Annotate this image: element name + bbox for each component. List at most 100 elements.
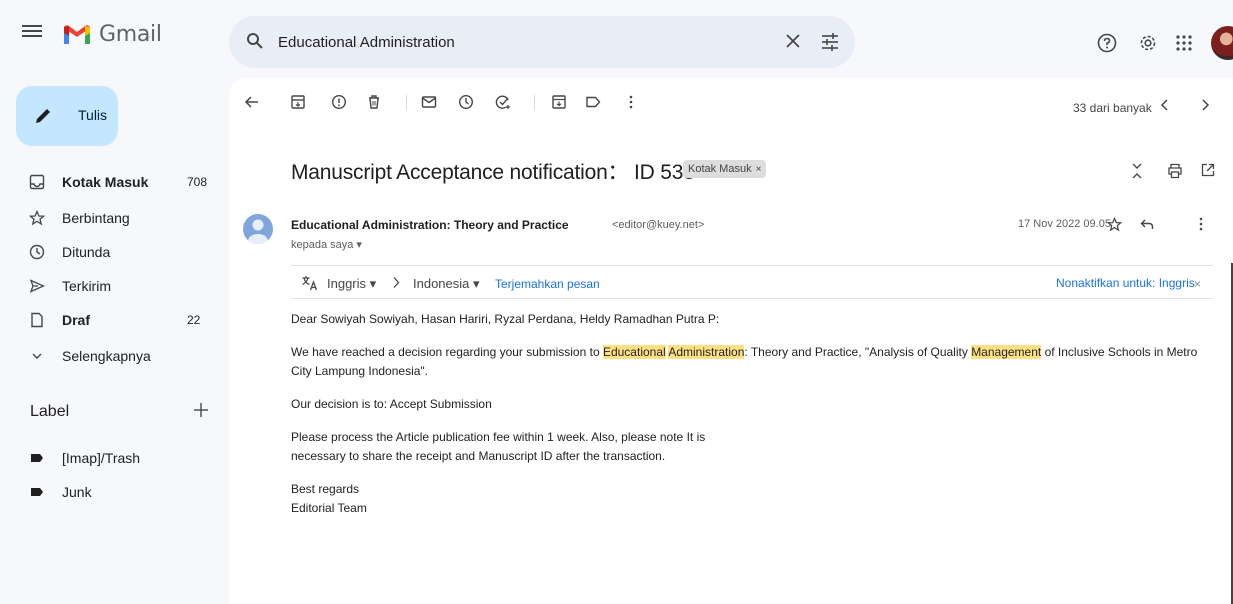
chevron-left-icon[interactable] <box>1159 98 1171 112</box>
sidebar-item-snoozed[interactable]: Ditunda <box>0 235 229 269</box>
search-highlight: Educational <box>602 345 666 359</box>
toolbar-divider <box>406 95 407 111</box>
signature: Best regards Editorial Team <box>291 480 1211 518</box>
message-subject: Manuscript Acceptance notification： ID 5… <box>291 161 695 184</box>
translate-icon <box>302 276 318 291</box>
inbox-icon <box>29 174 45 190</box>
star-message-icon[interactable] <box>1107 217 1122 232</box>
gmail-app: Gmail Educational Administration Tulis K… <box>0 0 1233 604</box>
message-toolbar: 33 dari banyak <box>229 78 1233 126</box>
draft-icon <box>31 312 43 328</box>
gmail-logo-text: Gmail <box>99 22 162 47</box>
body-paragraph: We have reached a decision regarding you… <box>291 343 1211 381</box>
inbox-chip-label: Kotak Masuk <box>688 163 752 175</box>
instruction-paragraph: Please process the Article publication f… <box>291 428 1211 466</box>
send-icon <box>29 279 45 293</box>
sidebar-item-label: Draf <box>62 312 91 328</box>
sidebar-item-label: Kotak Masuk <box>62 174 149 190</box>
greeting: Dear Sowiyah Sowiyah, Hasan Hariri, Ryza… <box>291 312 720 326</box>
search-options-icon[interactable] <box>820 32 840 52</box>
label-icon <box>31 488 43 496</box>
settings-gear-icon[interactable] <box>1138 33 1158 53</box>
sidebar-label-trash[interactable]: [Imap]/Trash <box>0 441 229 475</box>
chevron-down-icon <box>32 353 42 359</box>
source-language-select[interactable]: Inggris ▾ <box>327 276 376 292</box>
disable-translate-link[interactable]: Nonaktifkan untuk: Inggris <box>1056 276 1195 290</box>
collapse-all-icon[interactable] <box>1130 162 1144 180</box>
back-arrow-icon[interactable] <box>244 94 260 110</box>
compose-button[interactable]: Tulis <box>16 86 118 146</box>
sidebar-item-more[interactable]: Selengkapnya <box>0 339 229 373</box>
closing-line: Editorial Team <box>291 501 367 515</box>
translate-message-link[interactable]: Terjemahkan pesan <box>495 277 600 291</box>
snooze-clock-icon[interactable] <box>458 94 474 110</box>
main-menu-button[interactable] <box>22 22 42 42</box>
sidebar-item-label: Berbintang <box>62 210 130 226</box>
star-icon <box>29 210 45 226</box>
remove-label-icon[interactable]: × <box>756 164 762 175</box>
delete-trash-icon[interactable] <box>366 94 382 110</box>
search-input[interactable] <box>278 30 758 54</box>
message-view: 33 dari banyak Manuscript Acceptance not… <box>229 78 1233 604</box>
report-spam-icon[interactable] <box>331 94 347 110</box>
gmail-m-icon <box>64 24 90 44</box>
more-options-icon[interactable] <box>623 94 639 110</box>
closing-line: Best regards <box>291 482 360 496</box>
label-tag-icon[interactable] <box>585 94 601 110</box>
recipient-details[interactable]: kepada saya ▾ <box>291 238 362 251</box>
inbox-label-chip[interactable]: Kotak Masuk × <box>683 160 767 178</box>
apps-grid-icon[interactable] <box>1176 35 1192 51</box>
sidebar-label-junk[interactable]: Junk <box>0 475 229 509</box>
message-date: 17 Nov 2022 09.05 <box>1018 218 1111 230</box>
label-icon <box>31 454 43 462</box>
body-text: Please process the Article publication f… <box>291 430 706 444</box>
sender-email: <editor@kuey.net> <box>612 219 705 231</box>
help-icon[interactable] <box>1097 33 1117 53</box>
sidebar-item-label: Junk <box>62 484 92 500</box>
toolbar-divider <box>534 95 535 111</box>
reply-icon[interactable] <box>1140 218 1154 231</box>
sidebar-item-sent[interactable]: Terkirim <box>0 269 229 303</box>
search-icon[interactable] <box>246 32 264 50</box>
sender-avatar[interactable] <box>243 214 273 244</box>
search-highlight: Administration <box>668 345 745 359</box>
sidebar-item-label: Terkirim <box>62 278 111 294</box>
draft-count: 22 <box>187 313 201 327</box>
move-to-icon[interactable] <box>551 94 567 110</box>
add-label-icon[interactable] <box>194 403 208 417</box>
mark-unread-icon[interactable] <box>421 94 437 110</box>
pencil-icon <box>36 109 50 123</box>
add-task-icon[interactable] <box>495 94 511 110</box>
body-text: We have reached a decision regarding you… <box>291 345 603 359</box>
message-body: Dear Sowiyah Sowiyah, Hasan Hariri, Ryza… <box>291 310 1211 532</box>
body-text: necessary to share the receipt and Manus… <box>291 449 666 463</box>
sidebar-item-label: Ditunda <box>62 244 111 260</box>
unread-count: 708 <box>187 175 208 189</box>
chevron-right-icon[interactable] <box>1199 98 1211 112</box>
target-language-select[interactable]: Indonesia ▾ <box>413 276 480 292</box>
sidebar-item-starred[interactable]: Berbintang <box>0 201 229 235</box>
chevron-right-icon <box>393 277 400 288</box>
clock-icon <box>29 244 45 260</box>
sidebar-item-drafts[interactable]: Draf 22 <box>0 303 229 337</box>
body-text: : Theory and Practice, "Analysis of Qual… <box>744 345 972 359</box>
search-bar[interactable] <box>229 16 855 68</box>
print-icon[interactable] <box>1167 163 1183 179</box>
close-translate-icon[interactable]: × <box>1194 277 1201 291</box>
gmail-logo[interactable]: Gmail <box>62 22 162 47</box>
decision-paragraph: Our decision is to: Accept Submission <box>291 397 492 411</box>
sidebar-item-inbox[interactable]: Kotak Masuk 708 <box>0 165 229 199</box>
search-highlight: Management <box>971 345 1042 359</box>
pagination-text: 33 dari banyak <box>1073 101 1152 115</box>
labels-heading: Label <box>30 403 70 420</box>
message-more-icon[interactable] <box>1199 217 1203 231</box>
clear-search-icon[interactable] <box>785 33 801 49</box>
top-bar: Gmail <box>0 0 1233 68</box>
archive-icon[interactable] <box>290 94 306 110</box>
open-new-window-icon[interactable] <box>1201 163 1215 177</box>
sender-name[interactable]: Educational Administration: Theory and P… <box>291 218 569 232</box>
compose-label: Tulis <box>78 107 108 123</box>
account-avatar[interactable] <box>1211 26 1233 60</box>
sidebar-item-label: [Imap]/Trash <box>62 450 141 466</box>
translate-bar: Inggris ▾ Indonesia ▾ Terjemahkan pesan … <box>291 265 1213 299</box>
